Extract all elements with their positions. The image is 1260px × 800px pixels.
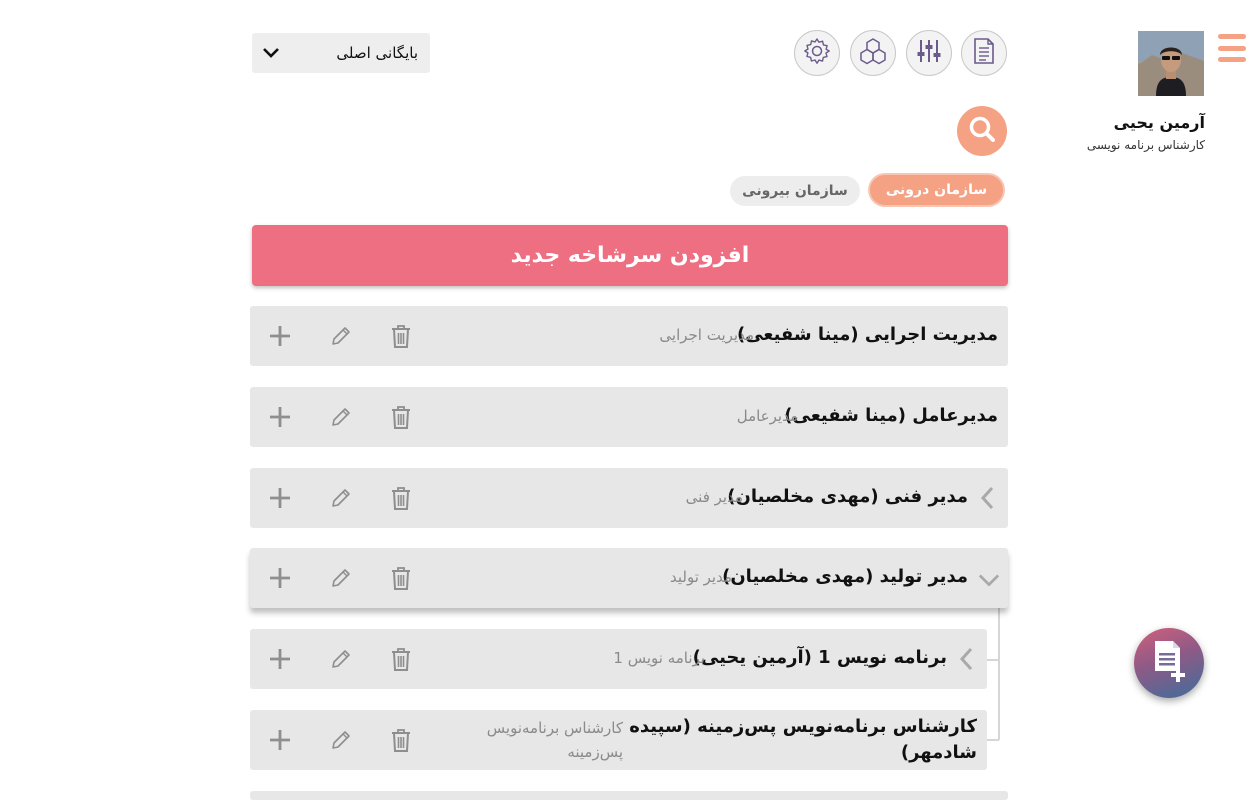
node-title: مدیر تولید (مهدی مخلصیان) <box>722 566 968 587</box>
tree-connector-branch <box>987 659 999 661</box>
pencil-icon[interactable] <box>328 565 354 591</box>
avatar[interactable] <box>1138 31 1204 96</box>
add-root-branch-button[interactable]: افزودن سرشاخه جدید <box>252 225 1008 286</box>
node-role: کارشناس برنامه‌نویس پس‌زمینه <box>487 716 623 764</box>
network-icon <box>858 36 888 70</box>
plus-icon[interactable] <box>267 727 293 753</box>
node-title: برنامه نویس 1 (آرمین یحیی) <box>692 647 947 668</box>
settings-button[interactable] <box>794 30 840 76</box>
tree-connector-branch <box>987 739 999 741</box>
sliders-button[interactable] <box>906 30 952 76</box>
tab-external-organization[interactable]: سازمان بیرونی <box>730 176 860 206</box>
plus-icon[interactable] <box>267 646 293 672</box>
trash-icon[interactable] <box>388 646 414 672</box>
node-title: مدیرعامل (مینا شفیعی) <box>784 405 998 426</box>
tree-node[interactable]: مدیر فنی (مهدی مخلصیان) مدیر فنی <box>250 468 1008 528</box>
user-name: آرمین یحیی <box>1113 113 1205 132</box>
chevron-left-icon[interactable] <box>976 486 998 510</box>
pencil-icon[interactable] <box>328 646 354 672</box>
plus-icon[interactable] <box>267 565 293 591</box>
node-title: مدیر فنی (مهدی مخلصیان) <box>727 486 968 507</box>
add-document-icon <box>1149 639 1189 687</box>
node-title-line: شادمهر) <box>900 742 977 763</box>
node-role: مدیر فنی <box>685 488 743 506</box>
chevron-down-icon <box>262 47 280 59</box>
document-icon <box>971 37 997 69</box>
node-title-line: کارشناس برنامه‌نویس پس‌زمینه (سپیده <box>629 716 977 737</box>
node-title: مدیریت اجرایی (مینا شفیعی) <box>736 324 998 345</box>
plus-icon[interactable] <box>267 404 293 430</box>
tree-node[interactable]: مدیرعامل (مینا شفیعی) مدیرعامل <box>250 387 1008 447</box>
tree-node-child[interactable]: برنامه نویس 1 (آرمین یحیی) برنامه نویس 1 <box>250 629 987 689</box>
tree-node[interactable]: مدیر تولید (مهدی مخلصیان) مدیر تولید <box>250 548 1008 608</box>
node-title: کارشناس برنامه‌نویس پس‌زمینه (سپیده شادم… <box>629 714 977 766</box>
pencil-icon[interactable] <box>328 404 354 430</box>
archive-select-value: بایگانی اصلی <box>336 44 418 62</box>
tree-node[interactable] <box>250 791 1008 800</box>
chevron-down-icon[interactable] <box>978 568 1000 592</box>
node-role-line: کارشناس برنامه‌نویس <box>486 719 623 737</box>
trash-icon[interactable] <box>388 485 414 511</box>
search-icon <box>967 114 997 148</box>
settings-icon <box>803 37 831 69</box>
tree-node-child[interactable]: کارشناس برنامه‌نویس پس‌زمینه (سپیده شادم… <box>250 710 987 770</box>
node-role: برنامه نویس 1 <box>613 649 705 667</box>
user-job-title: کارشناس برنامه نویسی <box>1086 138 1205 152</box>
trash-icon[interactable] <box>388 727 414 753</box>
sliders-icon <box>915 37 943 69</box>
tab-internal-organization[interactable]: سازمان درونی <box>870 175 1003 205</box>
add-document-button[interactable] <box>1134 628 1204 698</box>
node-role: مدیر تولید <box>669 568 732 586</box>
node-role: مدیریت اجرایی <box>659 326 754 344</box>
trash-icon[interactable] <box>388 404 414 430</box>
trash-icon[interactable] <box>388 323 414 349</box>
menu-icon[interactable] <box>1218 34 1246 62</box>
archive-select[interactable]: بایگانی اصلی <box>252 33 430 73</box>
pencil-icon[interactable] <box>328 727 354 753</box>
trash-icon[interactable] <box>388 565 414 591</box>
node-role-line: پس‌زمینه <box>567 743 623 761</box>
tree-node[interactable]: مدیریت اجرایی (مینا شفیعی) مدیریت اجرایی <box>250 306 1008 366</box>
node-role: مدیرعامل <box>736 407 798 425</box>
plus-icon[interactable] <box>267 323 293 349</box>
document-button[interactable] <box>961 30 1007 76</box>
search-button[interactable] <box>957 106 1007 156</box>
pencil-icon[interactable] <box>328 323 354 349</box>
network-button[interactable] <box>850 30 896 76</box>
chevron-left-icon[interactable] <box>955 647 977 671</box>
plus-icon[interactable] <box>267 485 293 511</box>
tree-connector <box>998 608 1000 740</box>
pencil-icon[interactable] <box>328 485 354 511</box>
